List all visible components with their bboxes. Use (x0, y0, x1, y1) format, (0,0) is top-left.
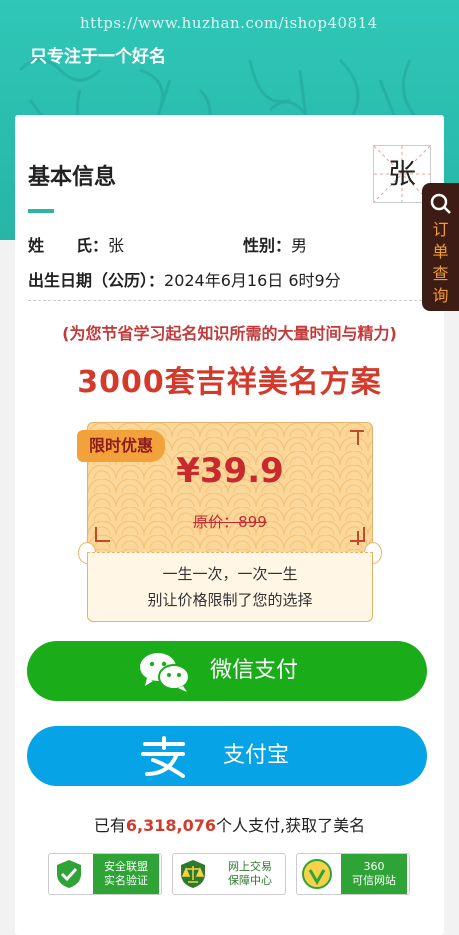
alipay-label: 支付宝 (223, 743, 290, 768)
order-card: 基本信息 张 姓 氏：张 性别：男 出生日期（公历）：2024年6月16日 6时… (15, 115, 444, 935)
offer-headline: 3000套吉祥美名方案 (77, 365, 382, 400)
limited-offer-badge: 限时优惠 (77, 430, 165, 462)
surname-row: 姓 氏：张 (28, 232, 124, 256)
alipay-icon (141, 736, 185, 778)
order-query-tab[interactable]: 订单查询 (422, 183, 459, 311)
scales-icon (181, 860, 205, 888)
gender-value: 男 (291, 236, 308, 255)
trust-badge-line1: 安全联盟 (104, 860, 148, 873)
trust-badge-line1: 网上交易 (228, 860, 272, 873)
trust-badge-line1: 360 (363, 860, 385, 873)
alipay-button[interactable]: 支付宝 (27, 726, 427, 786)
trust-badge-line2: 保障中心 (228, 874, 272, 887)
tagline: 只专注于一个好名 (30, 47, 166, 67)
slogan-line-2: 别让价格限制了您的选择 (147, 591, 313, 609)
price-coupon: ¥39.9 原价：899 限时优惠 一生一次，一次一生 别让价格限制了您的选择 (77, 422, 382, 622)
coupon-bottom: 一生一次，一次一生 别让价格限制了您的选择 (87, 552, 373, 622)
stats-count: 6,318,076 (125, 816, 216, 835)
birth-label: 出生日期（公历）： (28, 271, 165, 290)
trust-badge-line2: 实名验证 (104, 874, 148, 887)
stats-suffix: 个人支付,获取了美名 (216, 816, 366, 835)
payment-stats: 已有6,318,076个人支付,获取了美名 (15, 812, 444, 836)
offer-subtitle: (为您节省学习起名知识所需的大量时间与精力) (62, 324, 397, 343)
wechat-pay-label: 微信支付 (210, 658, 299, 683)
360-check-icon (302, 859, 332, 889)
search-icon (430, 193, 451, 214)
wechat-pay-button[interactable]: 微信支付 (27, 641, 427, 701)
trust-badge-line2: 可信网站 (352, 874, 396, 887)
gender-row: 性别：男 (243, 232, 307, 256)
birth-value: 2024年6月16日 6时9分 (164, 271, 341, 290)
url-watermark: https://www.huzhan.com/ishop40814 (80, 14, 378, 32)
gender-label: 性别： (243, 236, 292, 255)
trust-badge-security[interactable]: 安全联盟 实名验证 (48, 853, 162, 895)
surname-value: 张 (108, 236, 125, 255)
section-title: 基本信息 (28, 165, 117, 190)
surname-label: 姓 氏： (28, 236, 109, 255)
birth-row: 出生日期（公历）：2024年6月16日 6时9分 (28, 267, 341, 291)
order-query-label: 订单查询 (432, 220, 449, 305)
stats-prefix: 已有 (93, 816, 126, 835)
slogan-line-1: 一生一次，一次一生 (162, 565, 298, 583)
title-underline (28, 209, 54, 213)
divider (28, 300, 432, 301)
original-price: 原价：899 (193, 513, 267, 531)
shield-check-icon (57, 860, 81, 888)
trust-badge-360[interactable]: 360 可信网站 (296, 853, 410, 895)
trust-badge-trade[interactable]: 网上交易 保障中心 (172, 853, 286, 895)
wechat-icon (140, 653, 190, 692)
